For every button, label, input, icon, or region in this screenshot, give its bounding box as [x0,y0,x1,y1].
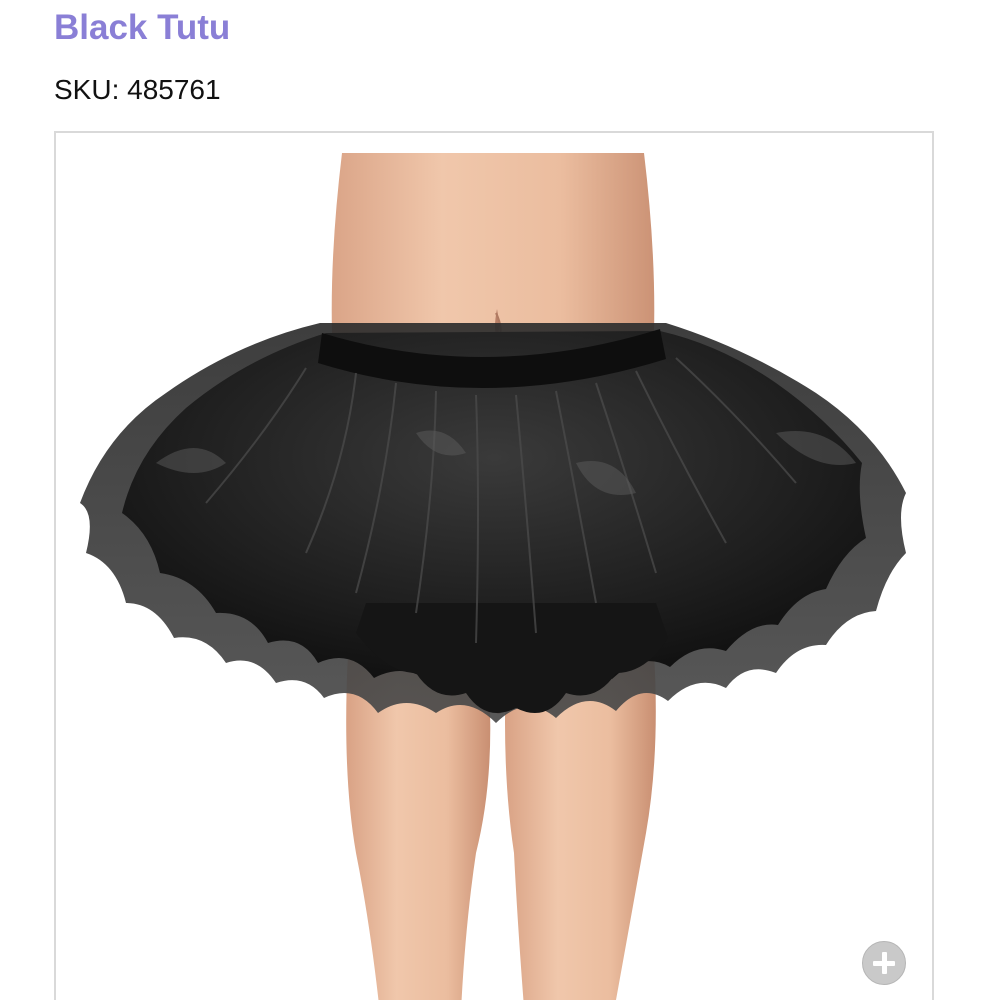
product-page: Black Tutu SKU: 485761 [0,0,1000,1000]
zoom-button[interactable] [862,941,906,985]
sku-line: SKU: 485761 [54,72,221,108]
sku-value: 485761 [127,74,221,105]
product-title: Black Tutu [54,8,231,47]
product-image [80,153,906,1000]
sku-label: SKU: [54,74,120,105]
plus-circle-icon [873,952,895,974]
product-image-frame[interactable] [54,131,934,1000]
